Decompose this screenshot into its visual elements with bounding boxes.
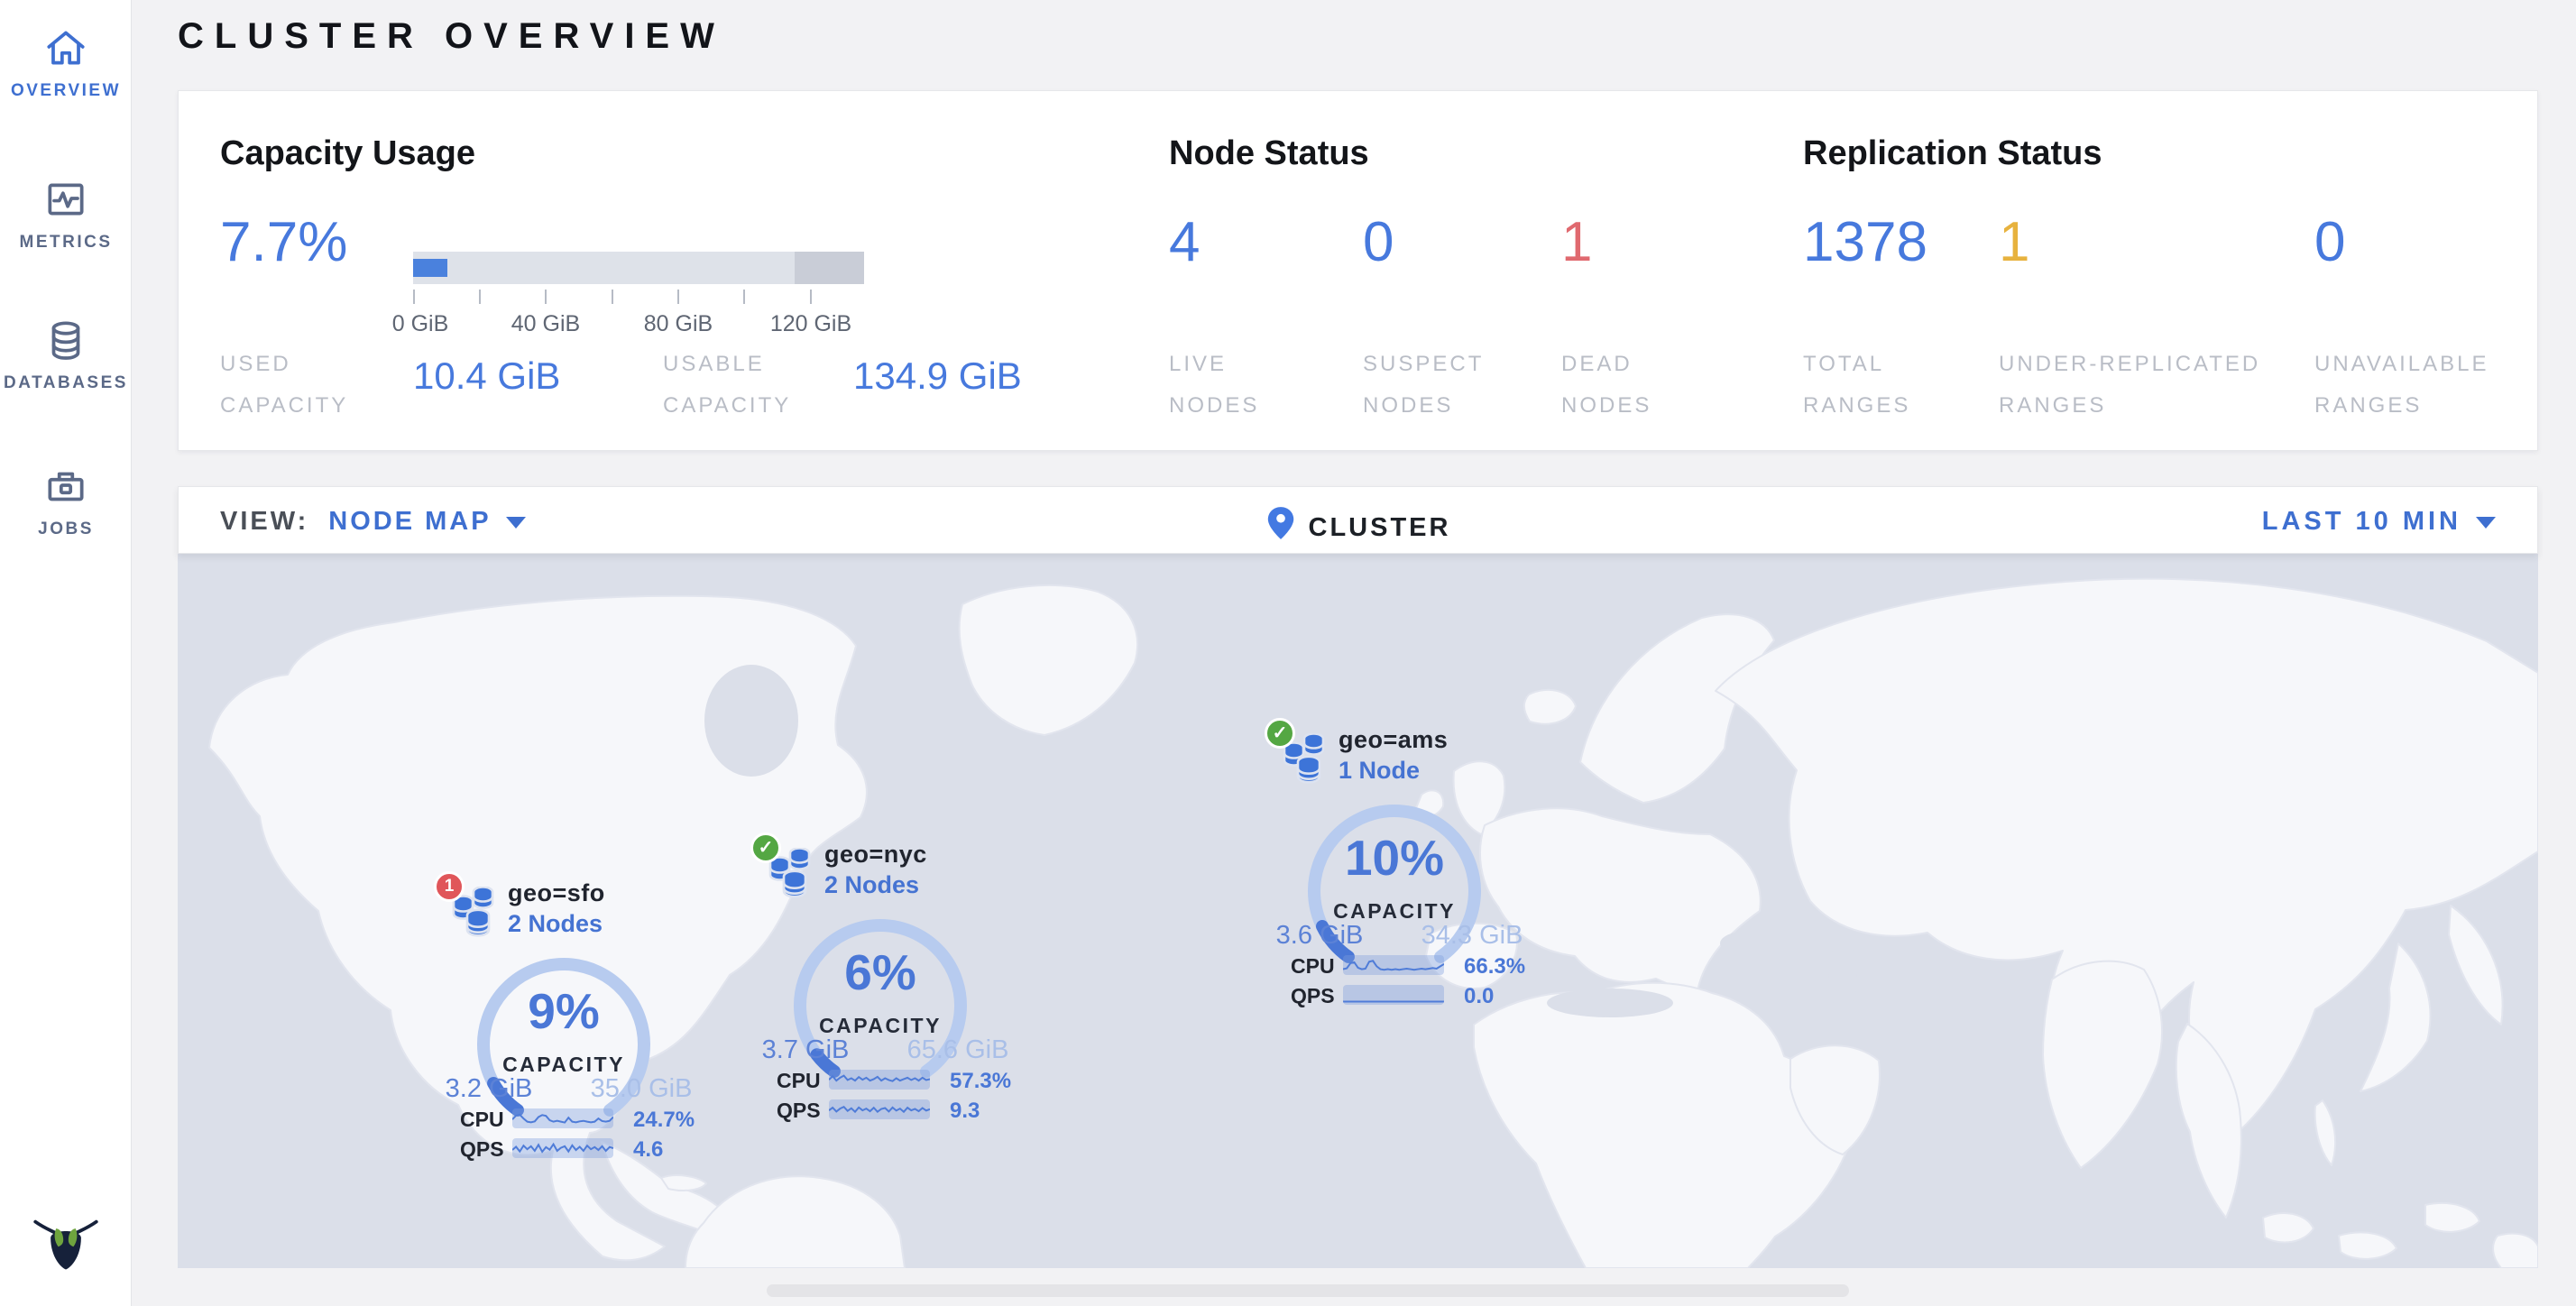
location-pin-icon bbox=[1265, 505, 1296, 541]
capacity-caption: CAPACITY bbox=[790, 1014, 971, 1038]
qps-sparkline bbox=[829, 1099, 930, 1119]
cpu-value: 66.3% bbox=[1464, 954, 1525, 980]
capacity-used: 3.6 GiB bbox=[1247, 921, 1392, 951]
suspect-nodes-value: 0 bbox=[1363, 210, 1394, 274]
axis-tick-label: 80 GiB bbox=[644, 311, 713, 337]
qps-label: QPS bbox=[1291, 984, 1338, 1008]
cpu-label: CPU bbox=[777, 1069, 823, 1093]
qps-label: QPS bbox=[460, 1137, 507, 1162]
sidebar-item-overview[interactable]: OVERVIEW bbox=[0, 23, 132, 101]
sidebar-item-metrics[interactable]: METRICS bbox=[0, 175, 132, 253]
capacity-usable: 35.0 GiB bbox=[569, 1074, 713, 1104]
dead-node-badge: 1 bbox=[434, 871, 465, 902]
view-selector-dropdown[interactable]: NODE MAP bbox=[328, 507, 491, 536]
sidebar-item-label: DATABASES bbox=[0, 373, 132, 393]
healthy-badge-check-icon: ✓ bbox=[750, 832, 781, 863]
capacity-bar-reserved-segment bbox=[795, 252, 865, 284]
qps-value: 0.0 bbox=[1464, 984, 1494, 1009]
axis-tick-label: 40 GiB bbox=[511, 311, 580, 337]
dead-nodes-label: DEAD NODES bbox=[1561, 344, 1715, 426]
locality-label: geo=sfo bbox=[508, 879, 605, 907]
dead-nodes-value: 1 bbox=[1561, 210, 1592, 274]
sidebar-item-jobs[interactable]: JOBS bbox=[0, 462, 132, 539]
view-bar: VIEW: NODE MAP CLUSTER LAST 10 MIN bbox=[178, 486, 2538, 554]
node-marker-nyc[interactable]: ✓ geo=nyc 2 Nodes 6% CAP bbox=[750, 832, 1020, 1138]
capacity-usage-title: Capacity Usage bbox=[220, 134, 475, 173]
capacity-percent: 9% bbox=[474, 982, 654, 1040]
view-label: VIEW: bbox=[220, 507, 308, 536]
cpu-label: CPU bbox=[1291, 954, 1338, 979]
cpu-value: 24.7% bbox=[633, 1108, 695, 1133]
cluster-summary-panel: Capacity Usage 7.7% 0 GiB 40 GiB 80 GiB … bbox=[178, 90, 2538, 451]
qps-label: QPS bbox=[777, 1099, 823, 1123]
cpu-sparkline bbox=[1343, 955, 1444, 975]
node-status-title: Node Status bbox=[1169, 134, 1369, 173]
capacity-used: 3.2 GiB bbox=[417, 1074, 561, 1104]
capacity-caption: CAPACITY bbox=[474, 1053, 654, 1077]
cpu-label: CPU bbox=[460, 1108, 507, 1132]
under-replicated-ranges-value: 1 bbox=[1999, 210, 2029, 274]
qps-sparkline bbox=[512, 1138, 613, 1158]
time-range-dropdown[interactable]: LAST 10 MIN bbox=[2262, 507, 2496, 537]
capacity-used: 3.7 GiB bbox=[733, 1035, 878, 1065]
qps-value: 4.6 bbox=[633, 1137, 663, 1163]
usable-capacity-value: 134.9 GiB bbox=[853, 354, 1022, 398]
sidebar-item-label: METRICS bbox=[0, 233, 132, 253]
metrics-icon bbox=[0, 175, 132, 224]
breadcrumb-cluster-label: CLUSTER bbox=[1309, 513, 1451, 542]
healthy-badge-check-icon: ✓ bbox=[1265, 718, 1295, 749]
jobs-icon bbox=[0, 462, 132, 510]
databases-icon bbox=[0, 316, 132, 364]
used-capacity-label: USED CAPACITY bbox=[220, 344, 400, 426]
cpu-sparkline bbox=[829, 1070, 930, 1090]
capacity-used-percent: 7.7% bbox=[220, 210, 347, 274]
node-map-canvas[interactable]: 1 geo=sfo 2 Nodes 9% CAP bbox=[178, 554, 2538, 1268]
cluster-overview-page: OVERVIEW METRICS DATABASES bbox=[0, 0, 2576, 1306]
capacity-bar bbox=[413, 252, 864, 284]
live-nodes-value: 4 bbox=[1169, 210, 1200, 274]
node-count-link[interactable]: 2 Nodes bbox=[824, 871, 919, 899]
cpu-sparkline bbox=[512, 1108, 613, 1128]
qps-value: 9.3 bbox=[950, 1099, 980, 1124]
sidebar-item-label: OVERVIEW bbox=[0, 81, 132, 101]
sidebar-item-databases[interactable]: DATABASES bbox=[0, 316, 132, 393]
page-title: CLUSTER OVERVIEW bbox=[178, 16, 725, 57]
node-marker-sfo[interactable]: 1 geo=sfo 2 Nodes 9% CAP bbox=[433, 870, 704, 1177]
sidebar-item-label: JOBS bbox=[0, 520, 132, 539]
node-count-link[interactable]: 2 Nodes bbox=[508, 910, 603, 938]
locality-label: geo=nyc bbox=[824, 841, 927, 869]
locality-label: geo=ams bbox=[1339, 726, 1448, 754]
capacity-usable: 65.6 GiB bbox=[886, 1035, 1030, 1065]
total-ranges-value: 1378 bbox=[1803, 210, 1927, 274]
sidebar: OVERVIEW METRICS DATABASES bbox=[0, 0, 132, 1306]
qps-sparkline bbox=[1343, 985, 1444, 1005]
axis-tick-label: 120 GiB bbox=[770, 311, 851, 337]
capacity-caption: CAPACITY bbox=[1304, 899, 1485, 924]
node-marker-ams[interactable]: ✓ geo=ams 1 Node 10% CAP bbox=[1264, 717, 1534, 1024]
under-replicated-ranges-label: UNDER-REPLICATED RANGES bbox=[1999, 344, 2332, 426]
home-icon bbox=[0, 23, 132, 72]
capacity-percent: 10% bbox=[1304, 829, 1485, 887]
capacity-axis: 0 GiB 40 GiB 80 GiB 120 GiB bbox=[413, 290, 864, 344]
horizontal-scrollbar[interactable] bbox=[767, 1284, 1849, 1297]
unavailable-ranges-label: UNAVAILABLE RANGES bbox=[2314, 344, 2567, 426]
capacity-percent: 6% bbox=[790, 943, 971, 1001]
used-capacity-value: 10.4 GiB bbox=[413, 354, 560, 398]
replication-status-title: Replication Status bbox=[1803, 134, 2102, 173]
usable-capacity-label: USABLE CAPACITY bbox=[663, 344, 843, 426]
live-nodes-label: LIVE NODES bbox=[1169, 344, 1322, 426]
chevron-down-icon[interactable] bbox=[506, 517, 526, 529]
chevron-down-icon bbox=[2476, 517, 2496, 529]
capacity-usable: 34.3 GiB bbox=[1400, 921, 1544, 951]
breadcrumb: CLUSTER bbox=[1265, 505, 1451, 543]
unavailable-ranges-value: 0 bbox=[2314, 210, 2345, 274]
node-count-link[interactable]: 1 Node bbox=[1339, 757, 1420, 785]
cockroachdb-logo bbox=[33, 1207, 98, 1275]
cpu-value: 57.3% bbox=[950, 1069, 1011, 1094]
suspect-nodes-label: SUSPECT NODES bbox=[1363, 344, 1516, 426]
total-ranges-label: TOTAL RANGES bbox=[1803, 344, 1956, 426]
capacity-bar-used-segment bbox=[413, 259, 447, 277]
axis-tick-label: 0 GiB bbox=[392, 311, 449, 337]
